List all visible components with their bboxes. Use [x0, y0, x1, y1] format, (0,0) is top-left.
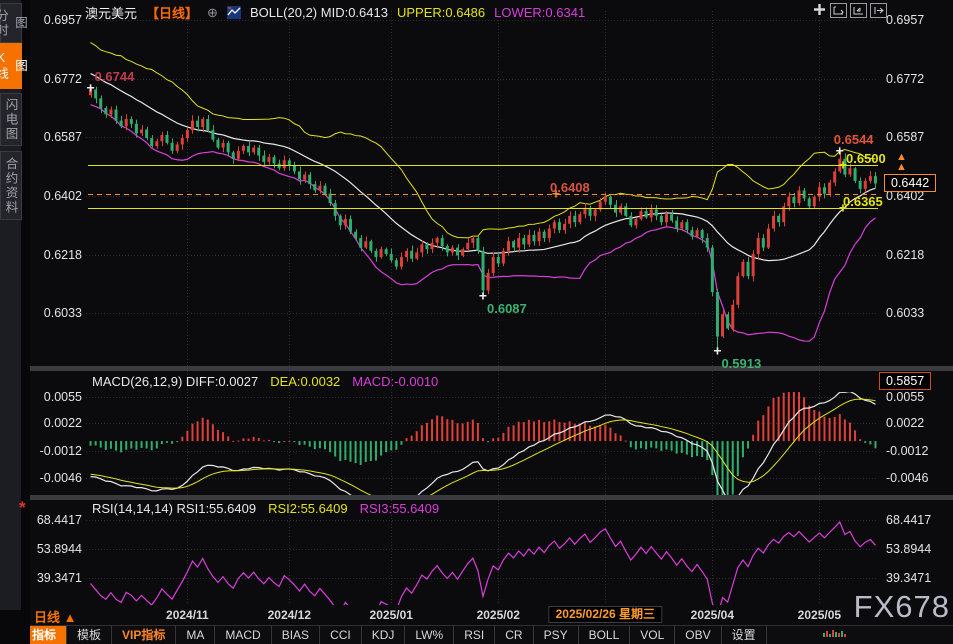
x-axis-label: 2025/05	[789, 608, 849, 622]
axis-tick-right: 0.0055	[886, 390, 924, 404]
toolbar-item-CR[interactable]: CR	[495, 626, 533, 644]
boll-upper-value: UPPER:0.6486	[397, 5, 485, 20]
sidebar-tab-column	[0, 0, 21, 610]
macd-header: MACD(26,12,9) DIFF:0.0027 DEA:0.0032 MAC…	[92, 374, 438, 389]
current-price-tag: 0.6442	[884, 174, 936, 192]
axis-tick-right: 39.3471	[886, 571, 931, 585]
price-line-handle[interactable]: +	[839, 157, 847, 173]
brand-watermark: FX678	[854, 589, 950, 625]
sidebar-tab-4[interactable]: 合约资料	[0, 151, 22, 220]
toolbar-item-设置[interactable]: 设置	[722, 626, 767, 644]
toolbar-item-BOLL[interactable]: BOLL	[579, 626, 631, 644]
sidebar-tab-1[interactable]: 分时图	[0, 3, 22, 43]
scale-axis-left-icon[interactable]	[830, 3, 847, 18]
rsi2-value: RSI2:55.6409	[268, 501, 348, 516]
axis-tick-right: 0.6218	[886, 248, 924, 262]
sidebar-tab-2[interactable]: K线图	[0, 43, 22, 89]
axis-tick-left: -0.0012	[32, 444, 82, 458]
price-chart-canvas[interactable]	[0, 0, 953, 644]
rsi1-value: RSI(14,14,14) RSI1:55.6409	[92, 501, 256, 516]
toolbar-item-模板[interactable]: 模板	[67, 626, 112, 644]
axis-tick-left: 0.6587	[32, 130, 82, 144]
axis-tick-right: -0.0012	[886, 444, 928, 458]
expand-icon[interactable]: ⊕	[207, 5, 218, 21]
axis-tick-right: 68.4417	[886, 513, 931, 527]
mini-candlestick-preview	[823, 629, 846, 637]
axis-tick-right: 0.6957	[886, 13, 924, 27]
period-selector[interactable]: 日线 ▲	[34, 607, 76, 626]
x-axis-label: 2025/04	[682, 608, 742, 622]
toolbar-item-RSI[interactable]: RSI	[454, 626, 495, 644]
axis-tick-right: 53.8944	[886, 542, 931, 556]
rsi-header: RSI(14,14,14) RSI1:55.6409 RSI2:55.6409 …	[92, 501, 439, 516]
toolbar-item-MACD[interactable]: MACD	[215, 626, 271, 644]
indicator-toolbar: 指标模板VIP指标MAMACDBIASCCIKDJLW%RSICRPSYBOLL…	[0, 625, 953, 644]
crosshair-date-box: 2025/02/26 星期三	[549, 606, 662, 623]
macd-hist-value: MACD:-0.0010	[352, 374, 438, 389]
rsi3-value: RSI3:55.6409	[360, 501, 440, 516]
axis-tick-left: 39.3471	[32, 571, 82, 585]
axis-tick-left: 0.6772	[32, 72, 82, 86]
axis-tick-left: -0.0046	[32, 471, 82, 485]
axis-tick-left: 0.0022	[32, 416, 82, 430]
axis-tick-left: 53.8944	[32, 542, 82, 556]
axis-tick-left: 0.6957	[32, 13, 82, 27]
toolbar-item-OBV[interactable]: OBV	[675, 626, 721, 644]
axis-tick-right: 0.6033	[886, 306, 924, 320]
chart-toolbar-icons	[812, 3, 887, 18]
macd-dea-value: DEA:0.0032	[270, 374, 340, 389]
toolbar-item-CCI[interactable]: CCI	[320, 626, 362, 644]
period-tag[interactable]: 【日线】	[146, 3, 198, 22]
price-up-arrow-icon[interactable]: ▲▲	[896, 152, 907, 172]
boll-lower-value: LOWER:0.6341	[494, 5, 585, 20]
axis-tick-left: 68.4417	[32, 513, 82, 527]
price-line-handle[interactable]: +	[552, 186, 560, 202]
toolbar-item-KDJ[interactable]: KDJ	[362, 626, 406, 644]
price-annotation: 0.6087	[487, 301, 527, 316]
axis-tick-right: 0.0022	[886, 416, 924, 430]
swing-marker-cross: +	[86, 79, 94, 95]
toolbar-item-PSY[interactable]: PSY	[534, 626, 579, 644]
x-axis-label: 2024/12	[259, 608, 319, 622]
toolbar-item-MA[interactable]: MA	[176, 626, 215, 644]
price-annotation: 0.6544	[834, 132, 874, 147]
x-axis-label: 2025/02	[468, 608, 528, 622]
macd-diff-value: MACD(26,12,9) DIFF:0.0027	[92, 374, 258, 389]
axis-tick-left: 0.6033	[32, 306, 82, 320]
x-axis-label: 2024/11	[157, 608, 217, 622]
axis-tick-right: 0.6772	[886, 72, 924, 86]
trading-terminal: { "window": {"watermark": "FX678"}, "sid…	[0, 0, 953, 644]
move-crosshair-icon[interactable]	[812, 3, 827, 16]
pane-divider-macd[interactable]	[30, 366, 953, 371]
axis-tick-left: 0.6402	[32, 189, 82, 203]
toolbar-item-VOL[interactable]: VOL	[630, 626, 675, 644]
chart-header: 澳元美元 【日线】 ⊕ BOLL(20,2) MID:0.6413 UPPER:…	[85, 3, 585, 22]
price-annotation: 0.6744	[95, 69, 135, 84]
axis-tick-left: 0.6218	[32, 248, 82, 262]
goto-latest-icon[interactable]	[870, 3, 887, 18]
x-axis-label: 2025/01	[361, 608, 421, 622]
axis-tick-right: 0.6587	[886, 130, 924, 144]
chart-type-icon[interactable]	[227, 6, 241, 19]
pane-divider-rsi[interactable]	[30, 495, 953, 500]
price-line-label: 0.6365	[843, 194, 883, 209]
boll-value: BOLL(20,2) MID:0.6413	[250, 5, 388, 20]
swing-marker-cross: +	[713, 343, 721, 359]
price-line-handle[interactable]: +	[839, 200, 847, 216]
price-line-label: 0.6500	[846, 151, 886, 166]
symbol-name: 澳元美元	[85, 3, 137, 22]
toolbar-item-LW%[interactable]: LW%	[405, 626, 454, 644]
price-annotation: 0.5913	[721, 356, 761, 371]
macd-scale-tag: 0.5857	[879, 372, 931, 390]
axis-tick-left: 0.0055	[32, 390, 82, 404]
swing-marker-cross: +	[479, 288, 487, 304]
toolbar-item-BIAS[interactable]: BIAS	[272, 626, 320, 644]
toolbar-item-VIP指标[interactable]: VIP指标	[112, 626, 176, 644]
indicator-marker-icon[interactable]: *	[19, 498, 26, 518]
left-sidebar: 分时图K线图闪电图合约资料	[0, 0, 30, 644]
axis-tick-right: -0.0046	[886, 471, 928, 485]
scale-axis-right-icon[interactable]	[850, 3, 867, 18]
sidebar-tab-3[interactable]: 闪电图	[0, 93, 22, 146]
